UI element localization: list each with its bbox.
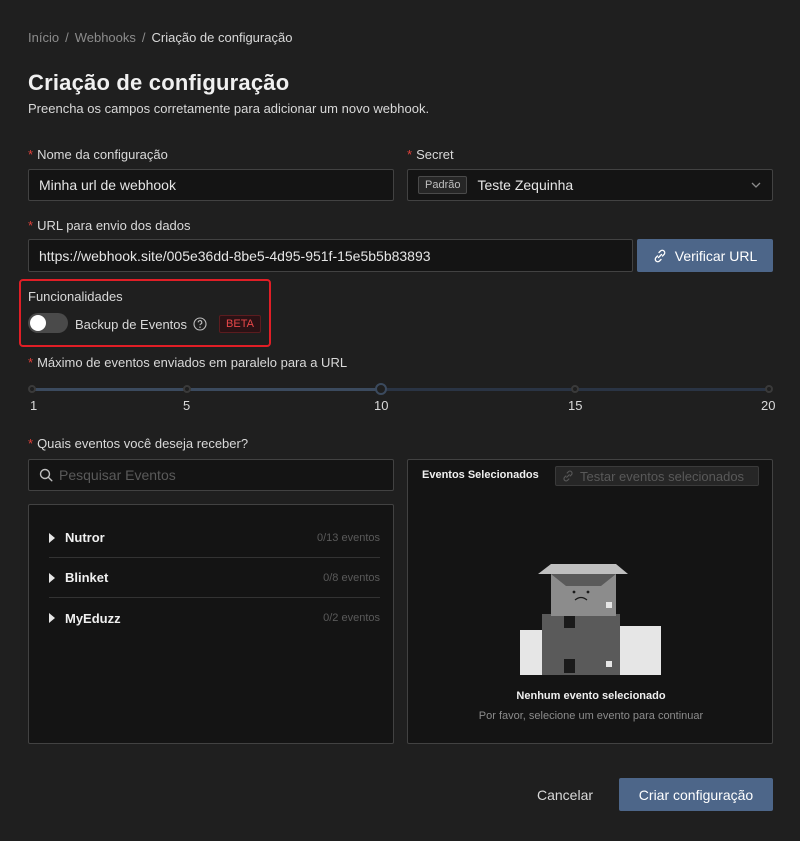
backup-label: Backup de Eventos bbox=[75, 316, 188, 332]
tree-item-count: 0/8 eventos bbox=[323, 571, 380, 584]
empty-subtitle: Por favor, selecione um evento para cont… bbox=[478, 710, 704, 722]
name-field[interactable]: Minha url de webhook bbox=[28, 169, 394, 201]
breadcrumb-item-inicio[interactable]: Início bbox=[28, 30, 59, 45]
backup-option: Backup de Eventos BETA bbox=[75, 315, 261, 333]
slider-mark: 1 bbox=[30, 398, 38, 413]
events-label: * Quais eventos você deseja receber? bbox=[28, 436, 249, 451]
parallel-slider[interactable] bbox=[28, 383, 773, 397]
page-title: Criação de configuração bbox=[28, 70, 290, 95]
verify-url-label: Verificar URL bbox=[674, 247, 758, 264]
selected-events-panel: Eventos Selecionados Testar eventos sele… bbox=[407, 459, 773, 744]
caret-right-icon[interactable] bbox=[49, 613, 55, 623]
tree-item-name: MyEduzz bbox=[65, 610, 121, 626]
backup-toggle[interactable] bbox=[28, 313, 68, 333]
empty-boxes-illustration bbox=[518, 560, 664, 683]
features-label: Funcionalidades bbox=[28, 289, 123, 304]
slider-fill bbox=[32, 388, 382, 391]
help-icon[interactable] bbox=[193, 317, 207, 331]
tree-item-blinket[interactable]: Blinket 0/8 eventos bbox=[49, 558, 380, 598]
slider-mark: 5 bbox=[183, 398, 191, 413]
default-tag: Padrão bbox=[418, 176, 468, 194]
test-events-label: Testar eventos selecionados bbox=[580, 468, 745, 484]
selected-events-title: Eventos Selecionados bbox=[422, 469, 539, 481]
tree-item-myeduzz[interactable]: MyEduzz 0/2 eventos bbox=[49, 598, 380, 638]
breadcrumb-current: Criação de configuração bbox=[151, 30, 293, 45]
tree-item-nutror[interactable]: Nutror 0/13 eventos bbox=[49, 518, 380, 558]
slider-dot bbox=[28, 385, 36, 393]
required-mark: * bbox=[28, 218, 34, 233]
verify-url-button[interactable]: Verificar URL bbox=[637, 239, 773, 272]
secret-select[interactable]: Padrão Teste Zequinha bbox=[407, 169, 773, 201]
empty-title: Nenhum evento selecionado bbox=[516, 690, 666, 702]
events-search-placeholder: Pesquisar Eventos bbox=[59, 467, 176, 483]
url-field-value: https://webhook.site/005e36dd-8be5-4d95-… bbox=[39, 247, 431, 264]
events-search-input[interactable]: Pesquisar Eventos bbox=[28, 459, 394, 491]
tree-item-name: Blinket bbox=[65, 570, 109, 585]
beta-tag: BETA bbox=[219, 315, 261, 333]
toggle-knob bbox=[30, 315, 46, 331]
secret-select-value: Teste Zequinha bbox=[477, 177, 574, 193]
tree-item-count: 0/13 eventos bbox=[317, 531, 380, 544]
url-field[interactable]: https://webhook.site/005e36dd-8be5-4d95-… bbox=[28, 239, 633, 272]
slider-dot bbox=[183, 385, 191, 393]
required-mark: * bbox=[28, 436, 34, 451]
required-mark: * bbox=[28, 355, 34, 370]
parallel-label: * Máximo de eventos enviados em paralelo … bbox=[28, 355, 348, 370]
search-icon bbox=[39, 468, 53, 482]
link-icon bbox=[653, 249, 667, 263]
name-field-label: * Nome da configuração bbox=[28, 147, 168, 162]
caret-right-icon[interactable] bbox=[49, 532, 55, 543]
link-icon bbox=[562, 470, 574, 482]
test-events-button[interactable]: Testar eventos selecionados bbox=[555, 466, 759, 486]
page-subtitle: Preencha os campos corretamente para adi… bbox=[28, 101, 430, 116]
cancel-button[interactable]: Cancelar bbox=[524, 778, 606, 811]
create-config-button[interactable]: Criar configuração bbox=[619, 778, 773, 811]
slider-dot bbox=[765, 385, 773, 393]
slider-mark: 10 bbox=[374, 398, 389, 413]
tree-item-count: 0/2 eventos bbox=[323, 612, 380, 624]
required-mark: * bbox=[28, 147, 34, 162]
breadcrumb-separator: / bbox=[65, 30, 69, 45]
slider-mark: 15 bbox=[568, 398, 583, 413]
events-tree: Nutror 0/13 eventos Blinket 0/8 eventos … bbox=[28, 504, 394, 744]
slider-handle[interactable] bbox=[375, 383, 388, 395]
breadcrumb-separator: / bbox=[141, 30, 146, 45]
url-field-label: * URL para envio dos dados bbox=[28, 218, 191, 233]
secret-field-label: * Secret bbox=[407, 147, 454, 162]
caret-right-icon[interactable] bbox=[49, 572, 55, 583]
slider-mark: 20 bbox=[761, 398, 776, 413]
required-mark: * bbox=[407, 147, 413, 162]
chevron-down-icon bbox=[750, 179, 762, 191]
tree-item-name: Nutror bbox=[65, 530, 105, 545]
name-field-value: Minha url de webhook bbox=[39, 177, 176, 193]
breadcrumb-item-webhooks[interactable]: Webhooks bbox=[75, 30, 136, 45]
slider-dot bbox=[571, 385, 579, 393]
breadcrumb: Início / Webhooks / Criação de configura… bbox=[28, 30, 292, 45]
